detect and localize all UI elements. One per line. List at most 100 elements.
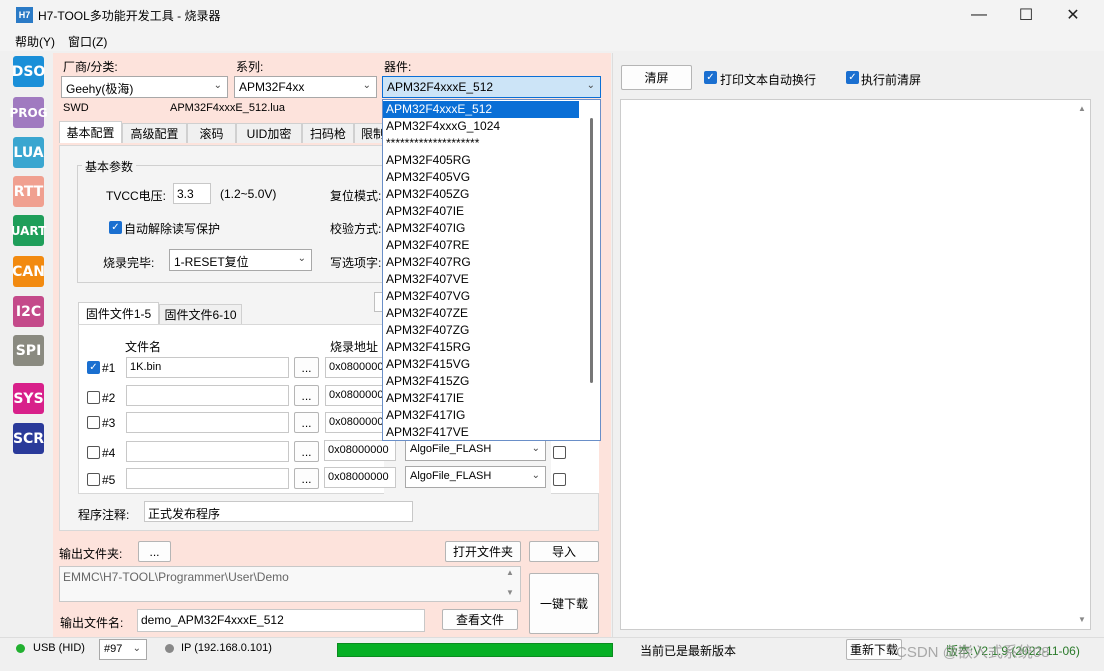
tab-advanced-config[interactable]: 高级配置 [122, 123, 187, 143]
dropdown-scrollbar[interactable] [582, 100, 600, 440]
menu-window[interactable]: 窗口(Z) [68, 33, 107, 50]
tab-barcode-scanner[interactable]: 扫码枪 [302, 123, 354, 143]
log-output-area[interactable] [620, 99, 1091, 630]
view-file-button[interactable]: 查看文件 [442, 609, 518, 630]
firmware-row-4-address[interactable]: 0x08000000 [324, 440, 396, 461]
clear-screen-button[interactable]: 清屏 [621, 65, 692, 90]
sidebar-lua-button[interactable]: LUA [13, 137, 44, 168]
tab-rolling-code[interactable]: 滚码 [187, 123, 236, 143]
output-folder-browse-button[interactable]: ... [138, 541, 171, 562]
list-item[interactable]: APM32F4xxxG_1024 [383, 118, 579, 135]
firmware-row-2-file[interactable] [126, 385, 289, 406]
list-item[interactable]: APM32F407RG [383, 254, 579, 271]
list-item[interactable]: APM32F415ZG [383, 373, 579, 390]
firmware-row-5-checkbox[interactable] [87, 473, 100, 486]
redownload-button[interactable]: 重新下载 [846, 639, 902, 660]
firmware-row-2-number: #2 [102, 391, 116, 405]
sidebar-rtt-button[interactable]: RTT [13, 176, 44, 207]
list-item[interactable]: APM32F417VE [383, 424, 579, 440]
firmware-row-5-browse-button[interactable]: ... [294, 468, 319, 489]
chevron-down-icon: ⌄ [531, 443, 540, 454]
open-folder-button[interactable]: 打开文件夹 [445, 541, 521, 562]
firmware-row-2-browse-button[interactable]: ... [294, 385, 319, 406]
list-item[interactable]: APM32F407RE [383, 237, 579, 254]
tab-firmware-1-5[interactable]: 固件文件1-5 [78, 302, 159, 324]
device-number-select[interactable]: #97 ⌄ [99, 639, 147, 660]
firmware-row-1-file[interactable]: 1K.bin [126, 357, 289, 378]
firmware-row-4-checkbox[interactable] [87, 446, 100, 459]
list-item[interactable]: APM32F415RG [383, 339, 579, 356]
dropdown-scroll-thumb[interactable] [590, 118, 593, 383]
firmware-row-4-algo-select[interactable]: AlgoFile_FLASH ⌄ [405, 439, 546, 461]
sidebar-dso-button[interactable]: DSO [12, 56, 45, 87]
output-path-field[interactable]: EMMC\H7-TOOL\Programmer\User\Demo [59, 566, 521, 602]
comment-input[interactable]: 正式发布程序 [144, 501, 413, 522]
firmware-row-1-browse-button[interactable]: ... [294, 357, 319, 378]
list-item[interactable]: APM32F417IG [383, 407, 579, 424]
firmware-row-3-address[interactable]: 0x08000000 [325, 412, 385, 433]
firmware-row-4-extra-checkbox[interactable] [553, 446, 566, 459]
scroll-down-icon[interactable]: ▼ [506, 588, 514, 597]
vendor-select[interactable]: Geehy(极海) ⌄ [61, 76, 228, 98]
sidebar-spi-button[interactable]: SPI [13, 335, 44, 366]
scroll-up-icon[interactable]: ▲ [506, 568, 514, 577]
firmware-row-1-checkbox[interactable]: ✓ [87, 361, 100, 374]
sidebar-i2c-button[interactable]: I2C [13, 296, 44, 327]
device-dropdown-list[interactable]: APM32F4xxxE_512 APM32F4xxxG_1024 *******… [382, 99, 601, 441]
list-item[interactable]: APM32F407ZE [383, 305, 579, 322]
list-item[interactable]: APM32F4xxxE_512 [383, 101, 579, 118]
firmware-row-4-browse-button[interactable]: ... [294, 441, 319, 462]
output-name-input[interactable]: demo_APM32F4xxxE_512 [137, 609, 425, 632]
firmware-row-2-checkbox[interactable] [87, 391, 100, 404]
close-button[interactable]: ✕ [1050, 0, 1096, 30]
list-item[interactable]: APM32F407IE [383, 203, 579, 220]
lua-file-label: APM32F4xxxE_512.lua [170, 102, 285, 114]
device-select[interactable]: APM32F4xxxE_512 ⌄ [382, 76, 601, 98]
tab-uid-encrypt[interactable]: UID加密 [236, 123, 302, 143]
tab-basic-config[interactable]: 基本配置 [59, 121, 122, 143]
firmware-row-3-checkbox[interactable] [87, 416, 100, 429]
output-name-label: 输出文件名: [60, 616, 124, 630]
list-item[interactable]: APM32F405VG [383, 169, 579, 186]
tab-firmware-6-10[interactable]: 固件文件6-10 [159, 304, 242, 324]
firmware-row-5-extra-checkbox[interactable] [553, 473, 566, 486]
series-label: 系列: [236, 60, 264, 74]
firmware-row-4-file[interactable] [126, 441, 289, 462]
maximize-button[interactable]: ☐ [1003, 0, 1049, 30]
firmware-row-5-algo-select[interactable]: AlgoFile_FLASH ⌄ [405, 466, 546, 488]
firmware-row-3-number: #3 [102, 416, 116, 430]
list-item[interactable]: APM32F407VE [383, 271, 579, 288]
list-item[interactable]: ******************** [383, 135, 579, 152]
sidebar-scr-button[interactable]: SCR [13, 423, 44, 454]
list-item[interactable]: APM32F407ZG [383, 322, 579, 339]
series-select[interactable]: APM32F4xx ⌄ [234, 76, 377, 98]
list-item[interactable]: APM32F405ZG [383, 186, 579, 203]
sidebar-can-button[interactable]: CAN [12, 256, 45, 287]
list-item[interactable]: APM32F407VG [383, 288, 579, 305]
firmware-row-3-browse-button[interactable]: ... [294, 412, 319, 433]
sidebar-sys-button[interactable]: SYS [13, 383, 44, 414]
sidebar-uart-button[interactable]: UART [11, 215, 46, 246]
menu-help[interactable]: 帮助(Y) [15, 33, 55, 50]
sidebar-prog-button[interactable]: PROG [9, 97, 48, 128]
import-button[interactable]: 导入 [529, 541, 599, 562]
clear-before-run-checkbox[interactable]: ✓ [846, 71, 859, 84]
log-scroll-up-icon[interactable]: ▲ [1078, 104, 1086, 113]
firmware-row-1-address[interactable]: 0x08000000 [325, 357, 385, 378]
list-item[interactable]: APM32F407IG [383, 220, 579, 237]
list-item[interactable]: APM32F405RG [383, 152, 579, 169]
one-click-download-button[interactable]: 一键下载 [529, 573, 599, 634]
minimize-button[interactable]: — [956, 0, 1002, 30]
wrap-text-checkbox[interactable]: ✓ [704, 71, 717, 84]
firmware-row-2-address[interactable]: 0x08000000 [325, 385, 385, 406]
list-item[interactable]: APM32F417IE [383, 390, 579, 407]
firmware-row-5-file[interactable] [126, 468, 289, 489]
firmware-row-3-file[interactable] [126, 412, 289, 433]
chevron-down-icon: ⌄ [362, 80, 371, 91]
log-scroll-down-icon[interactable]: ▼ [1078, 615, 1086, 624]
finish-select[interactable]: 1-RESET复位 ⌄ [169, 249, 312, 271]
list-item[interactable]: APM32F415VG [383, 356, 579, 373]
tvcc-input[interactable]: 3.3 [173, 183, 211, 204]
firmware-row-5-address[interactable]: 0x08000000 [324, 467, 396, 488]
auto-unlock-checkbox[interactable]: ✓ [109, 221, 122, 234]
